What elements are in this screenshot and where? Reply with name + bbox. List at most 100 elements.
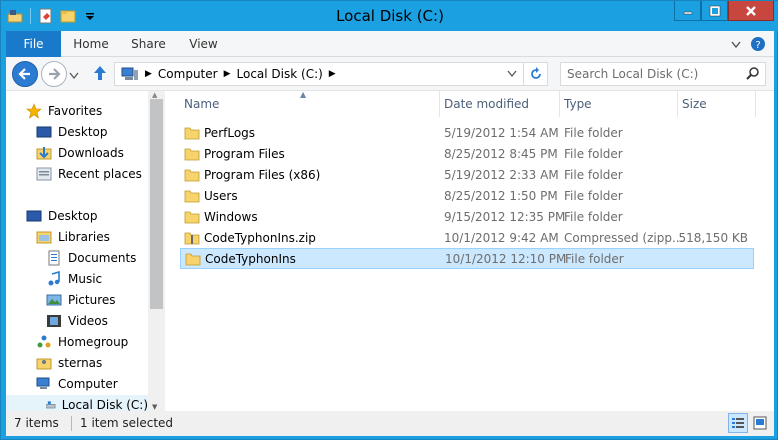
nav-item-sternas[interactable]: sternas bbox=[36, 353, 102, 373]
nav-item-libraries[interactable]: Libraries bbox=[36, 227, 110, 247]
search-box[interactable] bbox=[560, 62, 766, 86]
ribbon-controls: ? bbox=[730, 36, 766, 55]
window-title: Local Disk (C:) bbox=[336, 7, 444, 25]
nav-item-favorites[interactable]: Favorites bbox=[26, 101, 102, 121]
refresh-button[interactable] bbox=[523, 63, 547, 85]
column-header-size[interactable]: Size bbox=[678, 91, 756, 117]
navigation-scrollbar[interactable]: ▲ ▼ bbox=[148, 91, 165, 411]
breadcrumb-local-disk[interactable]: Local Disk (C:) bbox=[237, 67, 323, 81]
details-view-button[interactable] bbox=[728, 413, 748, 433]
selection-count: 1 item selected bbox=[80, 416, 174, 430]
nav-item-desktop-fav[interactable]: Desktop bbox=[36, 122, 108, 142]
caption-buttons bbox=[674, 1, 774, 21]
table-row[interactable]: CodeTyphonIns.zip 10/1/2012 9:42 AM Comp… bbox=[180, 228, 754, 249]
search-input[interactable] bbox=[561, 63, 741, 85]
tab-view[interactable]: View bbox=[176, 31, 231, 57]
nav-item-desktop[interactable]: Desktop bbox=[26, 206, 98, 226]
address-bar[interactable]: ▶ Computer ▶ Local Disk (C:) ▶ bbox=[114, 62, 548, 86]
address-history-dropdown[interactable] bbox=[503, 63, 521, 85]
recent-locations-dropdown[interactable] bbox=[69, 69, 79, 83]
file-type: File folder bbox=[564, 147, 623, 161]
libraries-icon bbox=[36, 231, 52, 244]
item-count: 7 items bbox=[14, 416, 59, 430]
file-type: Compressed (zipp... bbox=[564, 231, 684, 245]
chevron-down-icon bbox=[507, 70, 517, 78]
column-header-name[interactable]: Name bbox=[180, 91, 440, 117]
folder-icon bbox=[184, 211, 200, 224]
nav-item-pictures[interactable]: Pictures bbox=[46, 290, 116, 310]
large-icons-view-button[interactable] bbox=[750, 413, 770, 433]
nav-item-label: Downloads bbox=[58, 146, 124, 160]
help-icon[interactable]: ? bbox=[750, 36, 766, 55]
nav-item-label: Documents bbox=[68, 251, 137, 265]
nav-item-local-disk[interactable]: Local Disk (C:) bbox=[6, 395, 148, 411]
chevron-down-icon bbox=[69, 72, 79, 80]
star-icon bbox=[26, 103, 42, 119]
computer-icon bbox=[36, 377, 50, 389]
nav-item-downloads[interactable]: Downloads bbox=[36, 143, 124, 163]
tab-file[interactable]: File bbox=[6, 31, 61, 57]
table-row[interactable]: Windows 9/15/2012 12:35 PM File folder bbox=[180, 207, 754, 228]
status-divider bbox=[71, 416, 72, 431]
close-button[interactable] bbox=[728, 1, 774, 21]
nav-item-label: Libraries bbox=[58, 230, 110, 244]
file-name: Windows bbox=[204, 210, 258, 224]
scrollbar-thumb[interactable] bbox=[150, 99, 163, 309]
table-row-selected[interactable]: CodeTyphonIns 10/1/2012 12:10 PM File fo… bbox=[180, 248, 754, 269]
nav-item-label: Videos bbox=[68, 314, 108, 328]
search-icon[interactable] bbox=[745, 66, 761, 85]
refresh-icon bbox=[530, 67, 541, 79]
nav-item-computer[interactable]: Computer bbox=[36, 374, 118, 394]
explorer-window: Local Disk (C:) File Home Share View ? ▶… bbox=[0, 0, 778, 440]
scroll-down-icon[interactable]: ▼ bbox=[152, 403, 157, 411]
homegroup-icon bbox=[37, 335, 51, 348]
breadcrumb-separator[interactable]: ▶ bbox=[329, 69, 336, 79]
table-row[interactable]: Program Files 8/25/2012 8:45 PM File fol… bbox=[180, 144, 754, 165]
minimize-button[interactable] bbox=[674, 1, 701, 21]
breadcrumb-separator[interactable]: ▶ bbox=[145, 69, 152, 79]
user-folder-icon bbox=[36, 358, 52, 370]
table-row[interactable]: Users 8/25/2012 1:50 PM File folder bbox=[180, 186, 754, 207]
column-header-date-modified[interactable]: Date modified bbox=[440, 91, 560, 117]
expand-ribbon-icon[interactable] bbox=[730, 39, 742, 53]
folder-icon bbox=[184, 190, 200, 203]
file-name: Program Files bbox=[204, 147, 285, 161]
view-toggle bbox=[728, 413, 770, 433]
nav-item-homegroup[interactable]: Homegroup bbox=[36, 332, 128, 352]
file-type: File folder bbox=[564, 210, 623, 224]
folder-icon bbox=[184, 148, 200, 161]
tab-share[interactable]: Share bbox=[121, 31, 176, 57]
file-date: 10/1/2012 12:10 PM bbox=[445, 252, 567, 266]
nav-item-videos[interactable]: Videos bbox=[46, 311, 108, 331]
table-row[interactable]: Program Files (x86) 5/19/2012 2:33 AM Fi… bbox=[180, 165, 754, 186]
recent-places-icon bbox=[36, 167, 52, 181]
drive-icon bbox=[46, 401, 56, 409]
nav-item-recent-places[interactable]: Recent places bbox=[36, 164, 142, 184]
nav-item-documents[interactable]: Documents bbox=[46, 248, 136, 268]
file-date: 9/15/2012 12:35 PM bbox=[444, 210, 566, 224]
tab-home[interactable]: Home bbox=[61, 31, 121, 57]
nav-item-music[interactable]: Music bbox=[46, 269, 102, 289]
back-button[interactable] bbox=[12, 61, 38, 87]
maximize-button[interactable] bbox=[701, 1, 728, 21]
navigation-pane: Favorites Desktop Downloads Recent place… bbox=[6, 91, 148, 411]
breadcrumb-separator[interactable]: ▶ bbox=[224, 69, 231, 79]
table-row[interactable]: PerfLogs 5/19/2012 1:54 AM File folder bbox=[180, 123, 754, 144]
up-arrow-icon bbox=[94, 66, 106, 80]
up-button[interactable] bbox=[92, 64, 108, 85]
title-bar: Local Disk (C:) bbox=[1, 1, 778, 31]
scroll-up-icon[interactable]: ▲ bbox=[152, 91, 157, 99]
breadcrumb-computer[interactable]: Computer bbox=[158, 67, 218, 81]
nav-item-label: Desktop bbox=[58, 125, 108, 139]
column-header-type[interactable]: Type bbox=[560, 91, 678, 117]
breadcrumb: ▶ Computer ▶ Local Disk (C:) ▶ bbox=[121, 66, 336, 82]
file-date: 5/19/2012 2:33 AM bbox=[444, 168, 559, 182]
svg-text:?: ? bbox=[755, 40, 760, 51]
file-type: File folder bbox=[565, 252, 624, 266]
forward-button[interactable] bbox=[41, 61, 67, 87]
nav-item-label: Computer bbox=[58, 377, 118, 391]
music-icon bbox=[48, 271, 60, 286]
forward-arrow-icon bbox=[49, 68, 61, 80]
nav-item-label: Desktop bbox=[48, 209, 98, 223]
nav-item-label: Homegroup bbox=[58, 335, 129, 349]
